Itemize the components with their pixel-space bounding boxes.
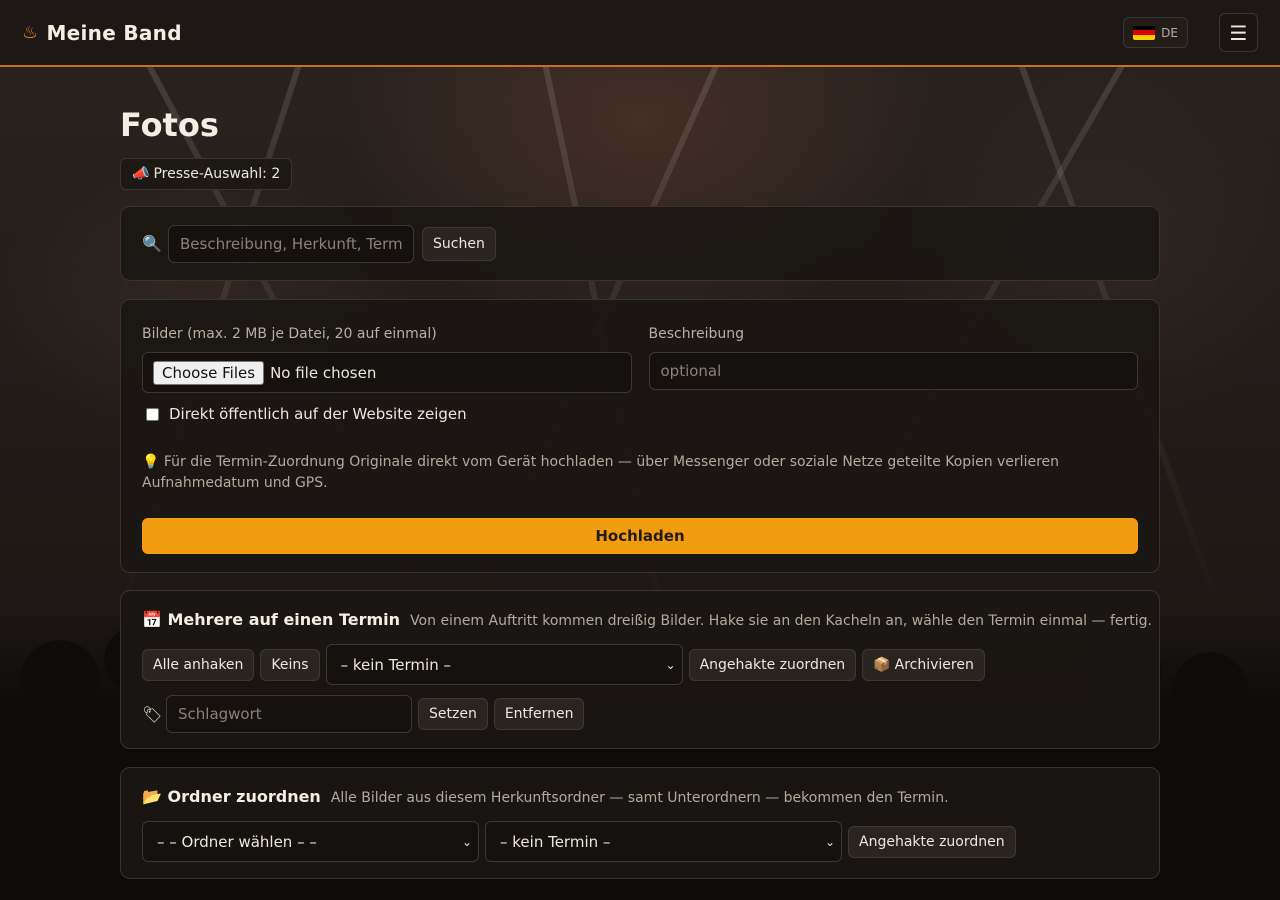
archive-button[interactable]: 📦 Archivieren [862, 648, 985, 681]
lightbulb-icon: 💡 [142, 454, 160, 470]
search-icon: 🔍 [142, 234, 162, 253]
page-title: Fotos [120, 106, 219, 144]
set-tag-button[interactable]: Setzen [418, 698, 488, 730]
upload-hint: 💡 Für die Termin-Zuordnung Originale dir… [142, 452, 1138, 494]
top-bar: ♨ Meine Band DE ☰ [0, 0, 1280, 67]
bulk-assign-description: Von einem Auftritt kommen dreißig Bilder… [410, 613, 1152, 629]
package-icon: 📦 [873, 656, 891, 673]
folder-assign-title-text: Ordner zuordnen [167, 787, 321, 806]
bulk-assign-title: 📅 Mehrere auf einen Termin [142, 610, 400, 629]
folder-select[interactable]: – – Ordner wählen – – ⌄ [142, 821, 479, 862]
upload-hint-text: Für die Termin-Zuordnung Originale direk… [142, 454, 1060, 491]
folder-event-select-value: – kein Termin – [500, 832, 611, 851]
main-content: Fotos 📣 Presse-Auswahl: 2 🔍 Suchen Bilde… [120, 67, 1160, 879]
images-label: Bilder (max. 2 MB je Datei, 20 auf einma… [142, 326, 437, 342]
check-none-button[interactable]: Keins [260, 648, 320, 681]
folder-assign-button[interactable]: Angehakte zuordnen [848, 825, 1016, 858]
flame-icon: ♨ [22, 22, 39, 43]
calendar-icon: 📅 [142, 610, 162, 629]
german-flag-icon [1133, 25, 1156, 40]
tag-input[interactable] [166, 695, 412, 733]
public-checkbox[interactable] [146, 407, 159, 421]
public-checkbox-label: Direkt öffentlich auf der Website zeigen [169, 405, 467, 423]
archive-button-label: Archivieren [894, 656, 974, 673]
brand-name: Meine Band [46, 20, 182, 45]
folder-assign-description: Alle Bilder aus diesem Herkunftsordner —… [330, 790, 949, 806]
assign-checked-button[interactable]: Angehakte zuordnen [688, 648, 857, 681]
chevron-down-icon: ⌄ [461, 834, 472, 849]
brand[interactable]: ♨ Meine Band [22, 21, 182, 45]
choose-files-button[interactable]: Choose Files [153, 360, 265, 385]
chevron-down-icon: ⌄ [824, 834, 835, 849]
upload-button[interactable]: Hochladen [142, 518, 1138, 554]
menu-button[interactable]: ☰ [1219, 13, 1258, 52]
event-select[interactable]: – kein Termin – ⌄ [325, 644, 683, 685]
tag-icon: 🏷 [142, 704, 163, 724]
search-card: 🔍 Suchen [120, 206, 1160, 281]
press-selection-badge[interactable]: 📣 Presse-Auswahl: 2 [120, 158, 293, 190]
description-label: Beschreibung [648, 326, 745, 342]
hamburger-icon: ☰ [1229, 20, 1248, 45]
language-switcher[interactable]: DE [1123, 17, 1188, 48]
folder-event-select[interactable]: – kein Termin – ⌄ [485, 821, 842, 862]
file-status: No file chosen [270, 363, 377, 382]
search-button[interactable]: Suchen [422, 226, 496, 261]
check-all-button[interactable]: Alle anhaken [142, 648, 255, 681]
folder-icon: 📂 [142, 787, 162, 806]
upload-card: Bilder (max. 2 MB je Datei, 20 auf einma… [120, 299, 1160, 573]
folder-assign-card: 📂 Ordner zuordnen Alle Bilder aus diesem… [120, 767, 1160, 879]
folder-assign-title: 📂 Ordner zuordnen [142, 787, 321, 806]
file-input[interactable]: Choose Files No file chosen [142, 352, 632, 393]
megaphone-icon: 📣 [132, 166, 150, 182]
description-input[interactable] [648, 352, 1138, 390]
bulk-assign-card: 📅 Mehrere auf einen Termin Von einem Auf… [120, 590, 1160, 749]
remove-tag-button[interactable]: Entfernen [493, 698, 585, 730]
chevron-down-icon: ⌄ [665, 657, 676, 672]
language-code: DE [1161, 25, 1178, 40]
event-select-value: – kein Termin – [340, 655, 451, 674]
search-input[interactable] [168, 224, 414, 263]
folder-select-value: – – Ordner wählen – – [157, 832, 317, 851]
bulk-assign-title-text: Mehrere auf einen Termin [167, 610, 401, 629]
press-selection-label: Presse-Auswahl: 2 [153, 166, 281, 182]
